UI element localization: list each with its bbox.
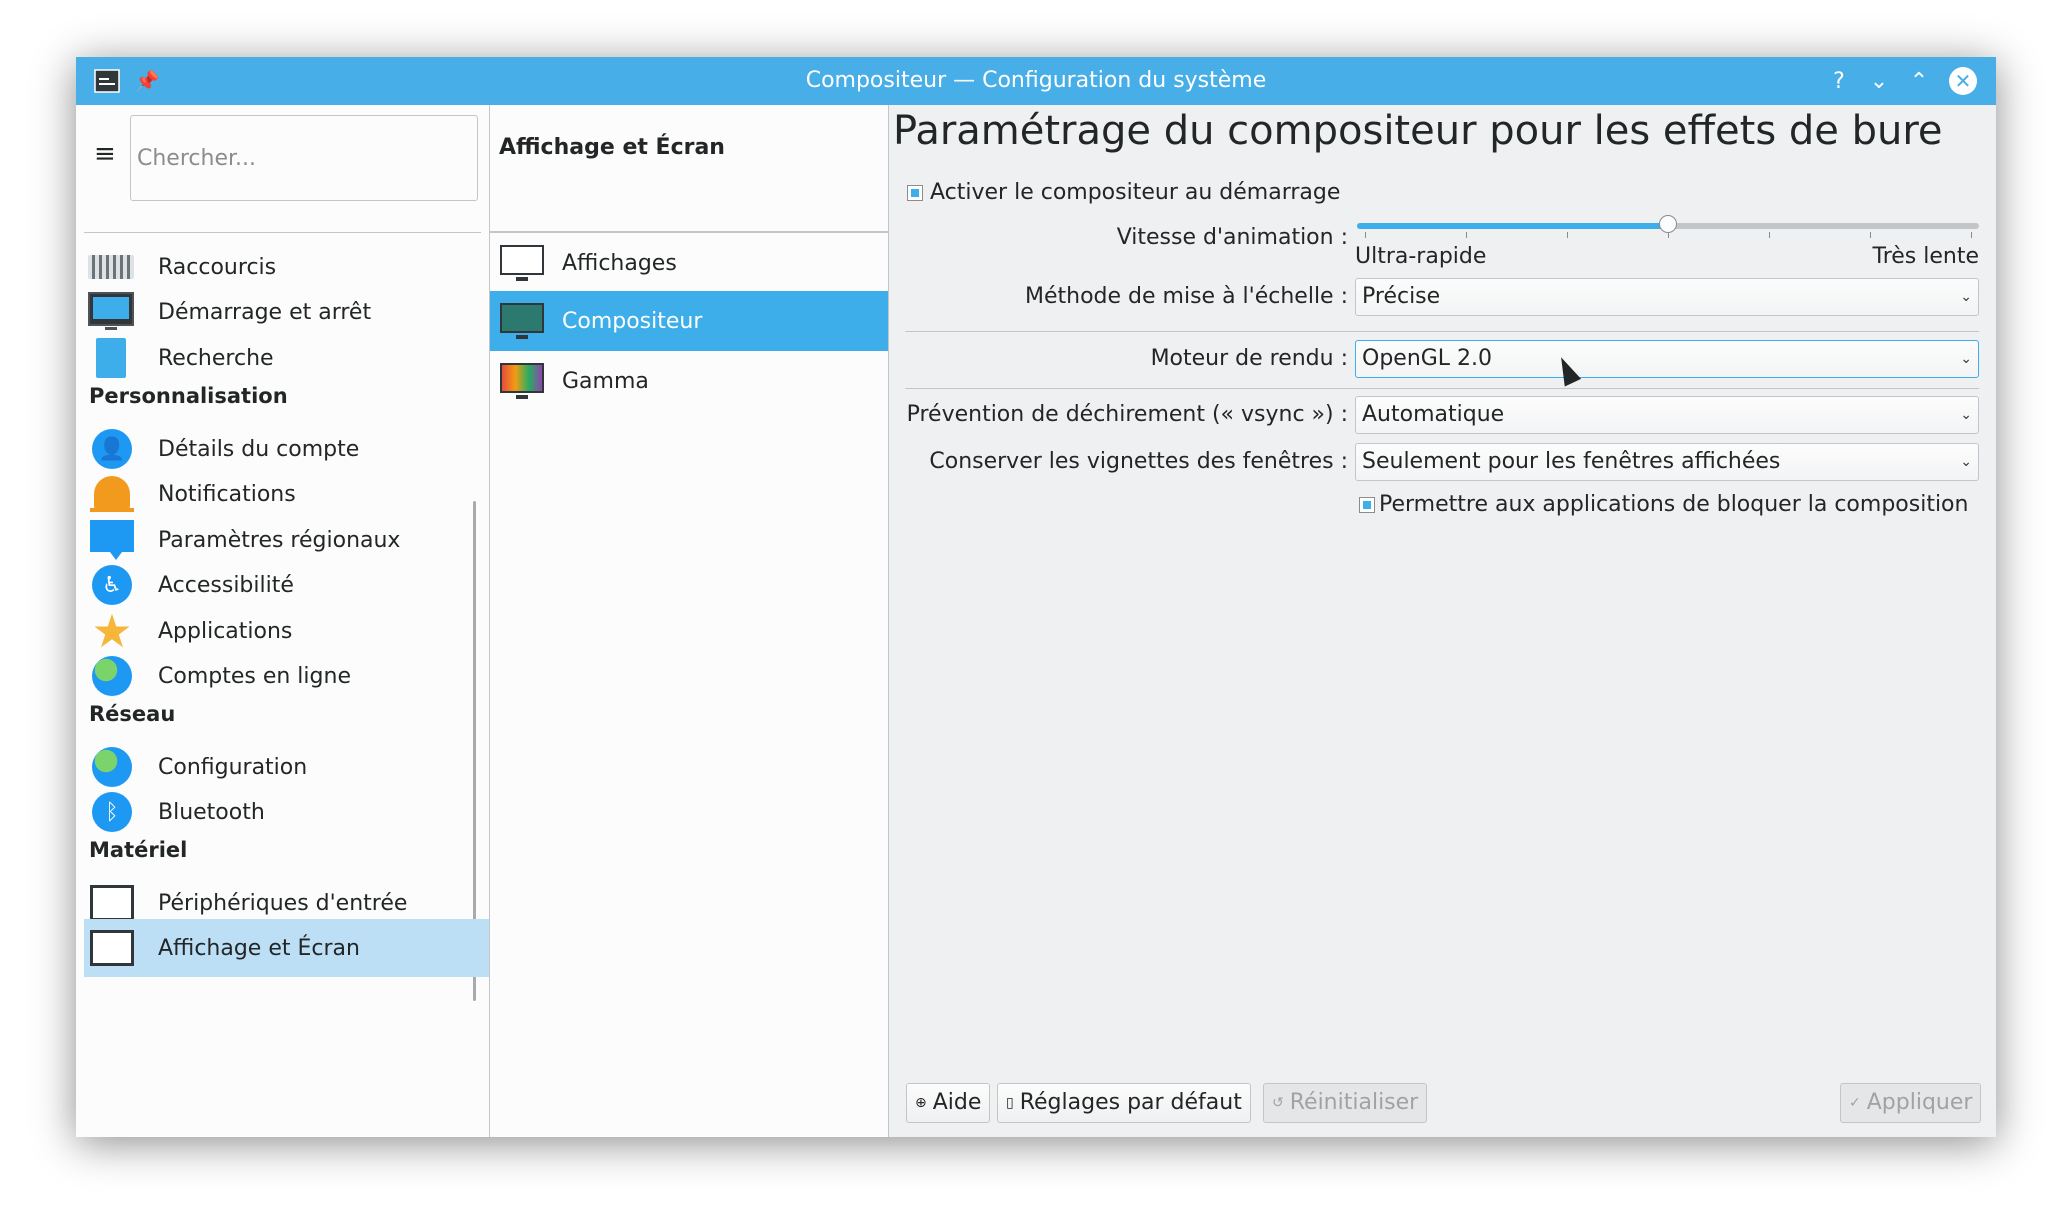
page-title: Paramétrage du compositeur pour les effe… xyxy=(893,108,1943,154)
apply-button-label: Appliquer xyxy=(1866,1090,1973,1115)
rendering-backend-value: OpenGL 2.0 xyxy=(1362,346,1493,371)
subcategory-item-gamma[interactable]: Gamma xyxy=(490,351,888,411)
defaults-button-label: Réglages par défaut xyxy=(1019,1090,1242,1115)
chevron-down-icon: ⌄ xyxy=(1960,407,1972,423)
subcategory-item-label: Compositeur xyxy=(562,308,703,334)
gamma-icon xyxy=(498,357,546,405)
sidebar-item-label: Comptes en ligne xyxy=(158,663,351,689)
defaults-button[interactable]: ▯ Réglages par défaut xyxy=(997,1083,1251,1123)
subcategory-item-affichages[interactable]: Affichages xyxy=(490,233,888,293)
form-separator xyxy=(905,388,1979,389)
enable-on-startup-checkbox[interactable] xyxy=(907,185,923,201)
monitor-icon xyxy=(498,239,546,287)
undo-icon: ↺ xyxy=(1272,1095,1284,1111)
rendering-backend-label: Moteur de rendu : xyxy=(1150,346,1348,371)
slider-min-label: Ultra-rapide xyxy=(1355,244,1487,269)
sidebar-item-label: Notifications xyxy=(158,481,296,507)
slider-fill xyxy=(1357,223,1668,229)
sidebar-item-label: Raccourcis xyxy=(158,254,277,280)
subcategory-title: Affichage et Écran xyxy=(499,135,725,160)
chevron-down-icon: ⌄ xyxy=(1960,454,1972,470)
animation-speed-label: Vitesse d'animation : xyxy=(1116,225,1348,250)
sidebar-item-bluetooth[interactable]: ᛒ Bluetooth xyxy=(84,783,489,841)
slider-tick xyxy=(1769,232,1770,238)
vsync-label: Prévention de déchirement (« vsync ») : xyxy=(906,402,1348,427)
form-separator xyxy=(905,331,1979,332)
slider-max-label: Très lente xyxy=(1872,244,1979,269)
slider-handle[interactable] xyxy=(1659,215,1677,233)
title-bar[interactable]: 📌 Compositeur — Configuration du système… xyxy=(76,57,1996,105)
sidebar-item-label: Accessibilité xyxy=(158,572,294,598)
search-input[interactable] xyxy=(130,115,478,201)
defaults-icon: ▯ xyxy=(1006,1095,1014,1111)
sidebar-item-label: Recherche xyxy=(158,345,274,371)
scaling-method-value: Précise xyxy=(1362,284,1441,309)
chevron-down-icon: ⌄ xyxy=(1960,289,1972,305)
sidebar-separator xyxy=(84,232,481,233)
help-button[interactable]: ⊕ Aide xyxy=(906,1083,991,1123)
sidebar-item-recherche[interactable]: Recherche xyxy=(84,329,489,387)
slider-tick xyxy=(1466,232,1467,238)
allow-block-label[interactable]: Permettre aux applications de bloquer la… xyxy=(1379,492,1968,517)
help-icon: ⊕ xyxy=(915,1095,927,1111)
maximize-icon[interactable]: ⌃ xyxy=(1901,57,1937,105)
rendering-backend-select[interactable]: OpenGL 2.0 ⌄ xyxy=(1355,340,1979,378)
sidebar: ≡ Raccourcis Démarrage et arrêt Recherch… xyxy=(76,105,489,1137)
globe-icon xyxy=(88,652,136,700)
scaling-method-label: Méthode de mise à l'échelle : xyxy=(1025,284,1348,309)
sidebar-item-label: Applications xyxy=(158,618,293,644)
vsync-select[interactable]: Automatique ⌄ xyxy=(1355,396,1979,434)
allow-block-checkbox[interactable] xyxy=(1359,497,1375,513)
slider-tick xyxy=(1668,232,1669,238)
slider-tick xyxy=(1567,232,1568,238)
bluetooth-icon: ᛒ xyxy=(88,788,136,836)
sidebar-item-label: Bluetooth xyxy=(158,799,265,825)
slider-tick xyxy=(1870,232,1871,238)
sidebar-item-label: Configuration xyxy=(158,754,308,780)
subcategory-item-label: Affichages xyxy=(562,250,677,276)
search-doc-icon xyxy=(88,334,136,382)
vsync-value: Automatique xyxy=(1362,402,1505,427)
sidebar-item-comptes-en-ligne[interactable]: Comptes en ligne xyxy=(84,647,489,705)
apply-button[interactable]: ✓ Appliquer xyxy=(1840,1083,1982,1123)
scaling-method-select[interactable]: Précise ⌄ xyxy=(1355,278,1979,316)
compositor-icon xyxy=(498,297,546,345)
section-heading-personnalisation: Personnalisation xyxy=(89,384,288,408)
subcategory-item-label: Gamma xyxy=(562,368,649,394)
display-icon xyxy=(88,924,136,972)
minimize-icon[interactable]: ⌄ xyxy=(1861,57,1897,105)
subcategory-item-compositeur[interactable]: Compositeur xyxy=(490,291,888,351)
sidebar-item-affichage[interactable]: Affichage et Écran xyxy=(84,919,489,977)
section-heading-materiel: Matériel xyxy=(89,838,188,862)
sidebar-item-label: Démarrage et arrêt xyxy=(158,299,372,325)
subcategory-list: Affichage et Écran Affichages Compositeu… xyxy=(489,105,890,1137)
close-icon: ✕ xyxy=(1949,67,1977,95)
thumbnails-value: Seulement pour les fenêtres affichées xyxy=(1362,449,1781,474)
sidebar-item-label: Paramètres régionaux xyxy=(158,527,401,553)
close-button[interactable]: ✕ xyxy=(1945,57,1981,105)
help-icon[interactable]: ? xyxy=(1821,57,1857,105)
enable-on-startup-label[interactable]: Activer le compositeur au démarrage xyxy=(930,180,1340,205)
chevron-down-icon: ⌄ xyxy=(1960,351,1972,367)
app-window: 📌 Compositeur — Configuration du système… xyxy=(76,57,1996,1137)
reset-button[interactable]: ↺ Réinitialiser xyxy=(1263,1083,1428,1123)
slider-tick xyxy=(1971,232,1972,238)
thumbnails-label: Conserver les vignettes des fenêtres : xyxy=(929,449,1348,474)
window-title: Compositeur — Configuration du système xyxy=(805,68,1267,93)
checkmark-icon: ✓ xyxy=(1849,1095,1861,1111)
hamburger-menu-icon[interactable]: ≡ xyxy=(94,139,118,169)
sidebar-item-label: Détails du compte xyxy=(158,436,360,462)
sidebar-item-label: Périphériques d'entrée xyxy=(158,890,408,916)
section-heading-reseau: Réseau xyxy=(89,702,176,726)
reset-button-label: Réinitialiser xyxy=(1289,1090,1419,1115)
thumbnails-select[interactable]: Seulement pour les fenêtres affichées ⌄ xyxy=(1355,443,1979,481)
sidebar-item-label: Affichage et Écran xyxy=(158,935,360,961)
slider-tick xyxy=(1365,232,1366,238)
help-button-label: Aide xyxy=(932,1090,982,1115)
